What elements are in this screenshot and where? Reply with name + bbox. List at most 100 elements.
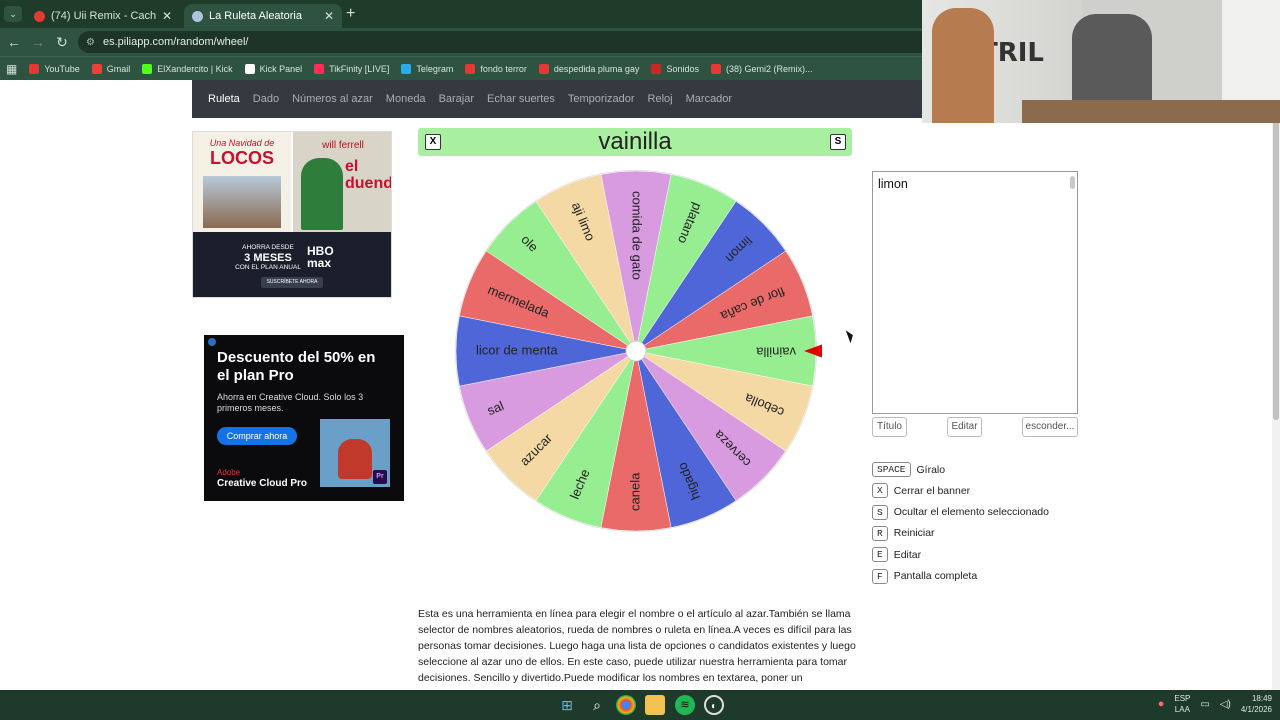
- shortcut-key: E: [872, 547, 888, 563]
- hbo-max-ad[interactable]: Una Navidad de LOCOS will ferrell el duen…: [192, 131, 392, 298]
- bookmark-item[interactable]: despedida pluma gay: [533, 63, 646, 74]
- youtube-favicon-icon: [34, 10, 45, 22]
- hide-selected-button[interactable]: S: [830, 134, 846, 150]
- forward-icon[interactable]: →: [30, 34, 46, 50]
- nav-link[interactable]: Moneda: [386, 93, 426, 105]
- poster-image: [203, 176, 281, 228]
- nav-link[interactable]: Números al azar: [292, 93, 373, 105]
- bookmark-label: Gmail: [106, 63, 131, 74]
- bookmark-item[interactable]: YouTube: [23, 63, 85, 74]
- apps-grid-icon[interactable]: ▦: [6, 62, 17, 76]
- webcam-table: [1022, 100, 1280, 123]
- nav-link[interactable]: Echar suertes: [487, 93, 555, 105]
- shortcut-label: Pantalla completa: [893, 570, 978, 582]
- bookmark-favicon-icon: [465, 63, 476, 74]
- ad-poster-locos: Una Navidad de LOCOS: [193, 132, 291, 232]
- bookmark-favicon-icon: [244, 63, 255, 74]
- bookmark-label: Kick Panel: [259, 63, 303, 74]
- page-scrollbar[interactable]: [1272, 80, 1280, 690]
- url-text: es.piliapp.com/random/wheel/: [102, 36, 249, 48]
- bookmark-item[interactable]: ElXandercito | Kick: [136, 63, 238, 74]
- system-tray: ● ESP LAA ▭ ◁) 18:49 4/1/2026: [1158, 693, 1272, 715]
- adobe-creative-cloud-ad[interactable]: Descuento del 50% en el plan Pro Ahorra …: [204, 335, 404, 501]
- web-page: Ruleta Dado Números al azar Moneda Barajar Ec…: [0, 80, 1280, 690]
- hide-button[interactable]: esconder...: [1022, 417, 1078, 437]
- shortcut-label: Gíralo: [916, 463, 946, 476]
- clock[interactable]: 18:49 4/1/2026: [1241, 693, 1272, 715]
- windows-start-icon[interactable]: ⊞: [557, 695, 577, 715]
- wheel-segment-label: comida de gato: [630, 191, 645, 280]
- site-info-icon[interactable]: ⚙: [86, 37, 95, 48]
- premiere-pro-icon: Pr: [373, 470, 387, 484]
- shortcut-row: R Reiniciar: [872, 525, 935, 541]
- bookmark-item[interactable]: (38) Gemi2 (Remix)...: [705, 63, 819, 74]
- bookmark-item[interactable]: Kick Panel: [239, 63, 309, 74]
- nav-link[interactable]: Reloj: [648, 93, 673, 105]
- volume-icon[interactable]: ◁): [1220, 699, 1231, 710]
- reload-icon[interactable]: ↻: [54, 34, 70, 51]
- new-tab-icon[interactable]: +: [346, 5, 355, 23]
- promo-text: AHORRA DESDE 3 MESES CON EL PLAN ANUAL: [235, 244, 301, 271]
- nav-link[interactable]: Dado: [253, 93, 279, 105]
- poster-image: [301, 158, 343, 230]
- language-indicator[interactable]: ESP LAA: [1174, 693, 1190, 715]
- page-scrollbar-thumb[interactable]: [1273, 120, 1279, 420]
- tab-search-button[interactable]: ⌄: [4, 6, 22, 22]
- address-bar[interactable]: ⚙ es.piliapp.com/random/wheel/: [78, 31, 938, 53]
- close-banner-button[interactable]: X: [425, 134, 441, 150]
- option-line: limon: [878, 178, 908, 191]
- close-tab-icon[interactable]: ✕: [324, 9, 334, 23]
- bookmark-item[interactable]: Telegram: [395, 63, 459, 74]
- wheel-segment-label: vainilla: [755, 345, 796, 360]
- bookmark-label: fondo terror: [480, 63, 527, 74]
- obs-icon[interactable]: ◐: [704, 695, 724, 715]
- browser-tab-ruleta[interactable]: La Ruleta Aleatoria ✕: [184, 4, 342, 28]
- shortcut-key: R: [872, 525, 888, 541]
- shortcut-label: Reiniciar: [893, 527, 935, 540]
- bookmark-label: YouTube: [44, 63, 80, 74]
- textarea-scrollbar[interactable]: [1070, 176, 1075, 189]
- network-icon[interactable]: ▭: [1200, 699, 1209, 710]
- bookmark-item[interactable]: Sonidos: [645, 63, 705, 74]
- buy-now-button[interactable]: Comprar ahora: [217, 427, 297, 445]
- browser-tab-youtube[interactable]: (74) Uii Remix - Cachirula, Looj ✕: [26, 4, 180, 28]
- bookmark-item[interactable]: fondo terror: [459, 63, 533, 74]
- search-icon[interactable]: ⌕: [587, 695, 607, 715]
- adchoices-icon[interactable]: [208, 338, 216, 346]
- mouse-cursor-icon: [845, 328, 856, 344]
- description-text: Esta es una herramienta en línea para el…: [418, 608, 856, 684]
- webcam-background: [1222, 0, 1280, 100]
- nav-link[interactable]: Temporizador: [568, 93, 635, 105]
- ad-figure: [338, 439, 372, 479]
- shortcut-label: Editar: [893, 548, 922, 561]
- ad-headline: Descuento del 50% en el plan Pro: [217, 349, 376, 384]
- subscribe-button[interactable]: SUSCRÍBETE AHORA: [261, 277, 323, 288]
- shortcut-row: F Pantalla completa: [872, 568, 978, 584]
- nav-link[interactable]: Ruleta: [208, 93, 240, 105]
- wheel-segment-label: licor de menta: [476, 342, 558, 357]
- bookmark-favicon-icon: [314, 63, 325, 74]
- options-textarea[interactable]: limonflor de cañavainillacebollacervezah…: [872, 171, 1078, 414]
- chrome-icon[interactable]: [616, 695, 636, 715]
- shortcut-key: F: [872, 568, 888, 584]
- spin-wheel[interactable]: comida de gato platanolimonflor de cañava…: [452, 168, 822, 538]
- close-tab-icon[interactable]: ✕: [162, 9, 172, 23]
- bookmark-item[interactable]: TikFinity [LIVE]: [308, 63, 395, 74]
- back-icon[interactable]: ←: [6, 34, 22, 50]
- nav-link[interactable]: Marcador: [686, 93, 732, 105]
- file-explorer-icon[interactable]: [645, 695, 665, 715]
- spotify-icon[interactable]: ≋: [675, 695, 695, 715]
- site-navbar: Ruleta Dado Números al azar Moneda Barajar Ec…: [192, 80, 922, 118]
- webcam-person-left: [932, 8, 994, 123]
- bookmark-favicon-icon: [142, 63, 153, 74]
- shortcut-row: SPACE Gíralo: [872, 462, 945, 477]
- shortcut-label: Ocultar el elemento seleccionado: [893, 506, 1049, 519]
- microphone-icon[interactable]: ●: [1158, 698, 1165, 710]
- edit-button[interactable]: Editar: [947, 417, 982, 437]
- bookmark-favicon-icon: [401, 63, 412, 74]
- bookmark-item[interactable]: Gmail: [86, 63, 137, 74]
- selected-result-banner: vainilla X S: [418, 128, 852, 156]
- title-button[interactable]: Título: [872, 417, 907, 437]
- site-favicon-icon: [192, 10, 203, 22]
- nav-link[interactable]: Barajar: [439, 93, 474, 105]
